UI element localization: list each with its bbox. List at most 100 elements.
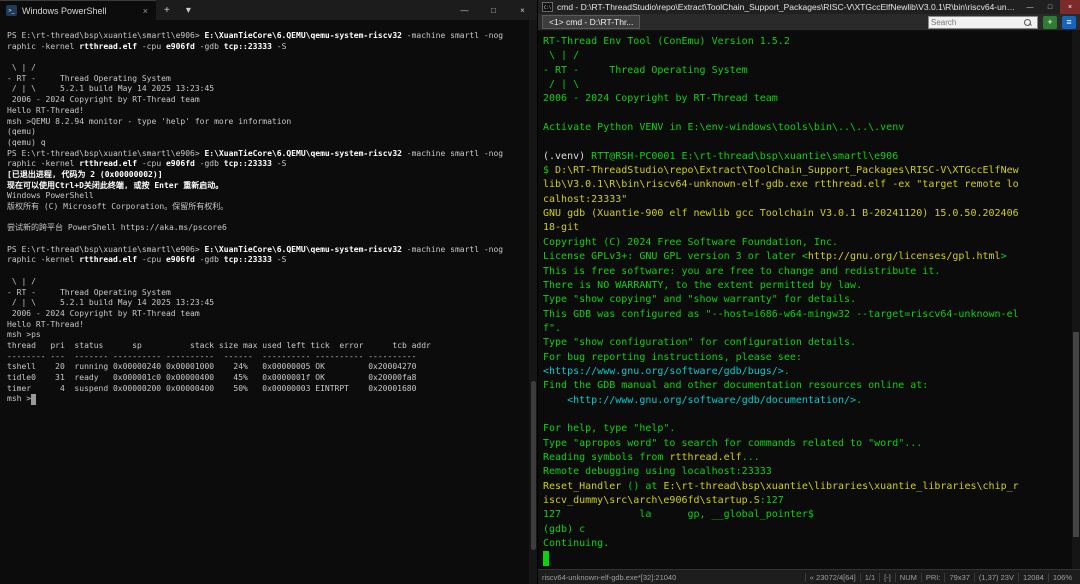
- text-segment: This GDB was configured as "--host=i686-…: [543, 309, 1019, 320]
- text-segment: http://gnu.org/licenses/gpl.html: [808, 251, 1001, 262]
- text-segment: 18-git: [543, 222, 579, 233]
- right-scrollbar-thumb[interactable]: [1073, 332, 1079, 536]
- terminal-line: PS E:\rt-thread\bsp\xuantie\smartl\e906>…: [7, 149, 529, 160]
- new-console-button[interactable]: +: [1043, 16, 1057, 29]
- menu-button[interactable]: ≡: [1062, 16, 1076, 29]
- text-segment: raphic -kernel: [7, 255, 79, 264]
- new-tab-button[interactable]: +: [156, 0, 178, 20]
- text-segment: tshell 20 running 0x00000240 0x00001000 …: [7, 362, 416, 371]
- maximize-button[interactable]: □: [1040, 0, 1060, 14]
- terminal-line: / | \: [543, 78, 1072, 92]
- text-segment: \ | /: [543, 50, 579, 61]
- text-segment: 2006 - 2024 Copyright by RT-Thread team: [7, 309, 200, 318]
- terminal-line: (qemu): [7, 127, 529, 138]
- terminal-line: 现在可以使用Ctrl+D关闭此终端, 或按 Enter 重新启动。: [7, 181, 529, 192]
- terminal-line: - RT - Thread Operating System: [543, 64, 1072, 78]
- maximize-button[interactable]: □: [479, 0, 508, 20]
- tab-title: Windows PowerShell: [22, 6, 136, 16]
- text-segment: / | \ 5.2.1 build May 14 2025 13:23:45: [7, 298, 214, 307]
- text-segment: Hello RT-Thread!: [7, 106, 84, 115]
- text-segment: .: [784, 366, 790, 377]
- text-segment: (gdb) c: [543, 524, 585, 535]
- status-segment: 1/1: [860, 573, 879, 582]
- terminal-line: [已退出进程, 代码为 2 (0x00000002)]: [7, 170, 529, 181]
- terminal-line: Hello RT-Thread!: [7, 320, 529, 331]
- text-segment: -gdb: [195, 159, 224, 168]
- terminal-line: \ | /: [7, 277, 529, 288]
- text-segment: 2006 - 2024 Copyright by RT-Thread team: [7, 95, 200, 104]
- text-segment: [31, 394, 36, 405]
- terminal-line: For bug reporting instructions, please s…: [543, 351, 1072, 365]
- text-segment: E:\XuanTieCore\6.QEMU\qemu-system-riscv3…: [204, 31, 401, 40]
- search-input[interactable]: [931, 18, 1023, 27]
- minimize-button[interactable]: —: [1020, 0, 1040, 14]
- tab-dropdown-icon[interactable]: ▾: [178, 0, 199, 20]
- text-segment: e906fd: [166, 159, 195, 168]
- status-segments: « 23072/4[64]1/1[-]NUMPRI:79x37(1,37) 23…: [805, 573, 1076, 582]
- terminal-line: (gdb) c: [543, 523, 1072, 537]
- text-segment: 尝试新的跨平台 PowerShell https://aka.ms/pscore…: [7, 223, 227, 232]
- text-segment: rtthread.elf: [79, 42, 137, 51]
- terminal-line: raphic -kernel rtthread.elf -cpu e906fd …: [7, 159, 529, 170]
- window-controls: — □ ×: [1020, 0, 1080, 14]
- minimize-button[interactable]: —: [450, 0, 479, 20]
- text-segment: PS E:\rt-thread\bsp\xuantie\smartl\e906>: [7, 149, 204, 158]
- tab-cmd-gdb[interactable]: <1> cmd - D:\RT-Thr...: [542, 15, 640, 29]
- text-segment: [已退出进程, 代码为 2 (0x00000002)]: [7, 170, 163, 179]
- close-button[interactable]: ×: [1060, 0, 1080, 14]
- text-segment: E:\rt-thread\bsp\xuantie\libraries\xuant…: [663, 481, 1018, 492]
- right-scrollbar[interactable]: [1072, 31, 1080, 569]
- terminal-line: Type "show copying" and "show warranty" …: [543, 293, 1072, 307]
- terminal-line: 2006 - 2024 Copyright by RT-Thread team: [7, 95, 529, 106]
- status-segment: PRI:: [921, 573, 945, 582]
- text-segment: rtthread.elf: [79, 159, 137, 168]
- left-scrollbar[interactable]: [529, 20, 537, 584]
- terminal-line: $ D:\RT-ThreadStudio\repo\Extract\ToolCh…: [543, 164, 1072, 178]
- text-segment: msh >: [7, 394, 31, 403]
- terminal-line: tidle0 31 ready 0x000001c0 0x00000400 45…: [7, 373, 529, 384]
- text-segment: Reading symbols from: [543, 452, 669, 463]
- powershell-terminal-output[interactable]: PS E:\rt-thread\bsp\xuantie\smartl\e906>…: [0, 20, 529, 584]
- text-segment: <http://www.gnu.org/software/gdb/documen…: [567, 395, 856, 406]
- terminal-line: f".: [543, 322, 1072, 336]
- text-segment: / | \: [543, 79, 579, 90]
- status-segment: 12084: [1018, 573, 1048, 582]
- conemu-titlebar: C:\ cmd - D:\RT-ThreadStudio\repo\Extrac…: [538, 0, 1080, 14]
- status-process-name: riscv64-unknown-elf-gdb.exe*[32]:21040: [542, 573, 805, 582]
- terminal-line: <http://www.gnu.org/software/gdb/documen…: [543, 394, 1072, 408]
- tab-windows-powershell[interactable]: >_ Windows PowerShell ×: [0, 0, 156, 20]
- terminal-line: raphic -kernel rtthread.elf -cpu e906fd …: [7, 42, 529, 53]
- terminal-line: Reading symbols from rtthread.elf...: [543, 451, 1072, 465]
- terminal-line: There is NO WARRANTY, to the extent perm…: [543, 279, 1072, 293]
- tab-close-icon[interactable]: ×: [141, 6, 150, 16]
- conemu-statusbar: riscv64-unknown-elf-gdb.exe*[32]:21040 «…: [538, 569, 1080, 584]
- text-segment: - RT - Thread Operating System: [7, 288, 171, 297]
- text-segment: Windows PowerShell: [7, 191, 94, 200]
- terminal-line: (qemu) q: [7, 138, 529, 149]
- text-segment: Type "show copying" and "show warranty" …: [543, 294, 856, 305]
- text-segment: 版权所有 (C) Microsoft Corporation。保留所有权利。: [7, 202, 228, 211]
- close-button[interactable]: ×: [508, 0, 537, 20]
- search-icon[interactable]: [1023, 18, 1032, 27]
- terminal-line: [543, 408, 1072, 422]
- text-segment: .: [856, 395, 862, 406]
- terminal-line: [543, 135, 1072, 149]
- terminal-line: msh >: [7, 394, 529, 405]
- terminal-line: timer 4 suspend 0x00000200 0x00000400 50…: [7, 384, 529, 395]
- gdb-terminal-output[interactable]: RT-Thread Env Tool (ConEmu) Version 1.5.…: [538, 31, 1072, 569]
- text-segment: msh >ps: [7, 330, 41, 339]
- terminal-line: 版权所有 (C) Microsoft Corporation。保留所有权利。: [7, 202, 529, 213]
- terminal-line: thread pri status sp stack size max used…: [7, 341, 529, 352]
- desktop: >_ Windows PowerShell × + ▾ — □ × PS E:\…: [0, 0, 1080, 584]
- terminal-line: \ | /: [543, 49, 1072, 63]
- conemu-window: C:\ cmd - D:\RT-ThreadStudio\repo\Extrac…: [537, 0, 1080, 584]
- text-segment: -machine smartl -nog: [402, 149, 503, 158]
- text-segment: timer 4 suspend 0x00000200 0x00000400 50…: [7, 384, 416, 393]
- terminal-line: Reset_Handler () at E:\rt-thread\bsp\xua…: [543, 480, 1072, 494]
- text-segment: 2006 - 2024 Copyright by RT-Thread team: [543, 93, 778, 104]
- text-segment: iscv_dummy\src\arch\e906fd\startup.S: [543, 495, 760, 506]
- left-scrollbar-thumb[interactable]: [531, 381, 536, 550]
- terminal-line: License GPLv3+: GNU GPL version 3 or lat…: [543, 250, 1072, 264]
- text-segment: () at: [621, 481, 663, 492]
- status-segment: NUM: [895, 573, 921, 582]
